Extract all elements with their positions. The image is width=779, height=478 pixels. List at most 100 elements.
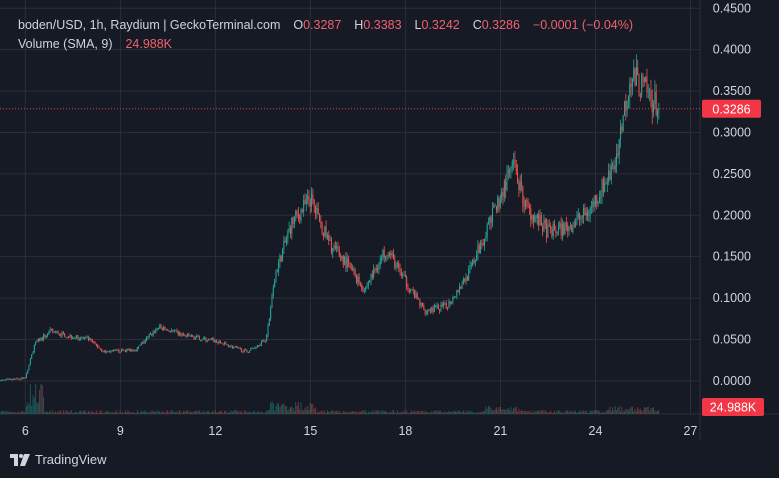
candle-body xyxy=(547,225,549,238)
volume-bar xyxy=(403,410,405,414)
volume-bar xyxy=(349,411,351,414)
volume-bar xyxy=(146,412,148,414)
volume-bar xyxy=(501,409,503,414)
candle-body xyxy=(575,221,577,226)
volume-bar xyxy=(546,411,548,414)
candle-body xyxy=(20,377,22,380)
volume-bar xyxy=(326,410,328,414)
tradingview-branding[interactable]: TradingView xyxy=(10,452,107,467)
candle-body xyxy=(179,332,181,335)
volume-bar xyxy=(325,412,327,414)
candle-body xyxy=(444,303,446,305)
volume-bar xyxy=(40,384,42,414)
volume-bar xyxy=(374,411,376,414)
volume-bar xyxy=(113,412,115,414)
candle-body xyxy=(328,234,330,241)
candle-body xyxy=(382,250,384,257)
volume-bar xyxy=(429,412,431,414)
volume-bar xyxy=(206,410,208,414)
candle-body xyxy=(589,207,591,215)
volume-bar xyxy=(596,410,598,414)
candle-body xyxy=(4,379,6,381)
volume-bar xyxy=(250,411,252,414)
candle-body xyxy=(147,336,149,338)
volume-bar xyxy=(527,411,529,414)
candle-body xyxy=(408,289,410,292)
volume-bar xyxy=(153,411,155,414)
candle-body xyxy=(235,346,237,348)
volume-bar xyxy=(183,410,185,414)
volume-bar xyxy=(142,412,144,414)
volume-bar xyxy=(33,398,35,414)
volume-bar xyxy=(164,412,166,414)
volume-bar xyxy=(580,410,582,414)
volume-bar xyxy=(336,410,338,414)
candle-body xyxy=(210,339,212,340)
close-label: C xyxy=(472,18,482,32)
candle-body xyxy=(377,268,379,270)
candle-body xyxy=(74,337,76,339)
candle-body xyxy=(345,256,347,268)
candle-body xyxy=(436,304,438,307)
candle-body xyxy=(618,139,620,156)
candle-body xyxy=(188,333,190,336)
volume-bar xyxy=(445,412,447,414)
price-chart[interactable]: 0.328624.988K 0.00000.05000.10000.15000.… xyxy=(0,0,779,478)
candle-body xyxy=(556,232,558,234)
volume-bar xyxy=(502,409,504,414)
candle-body xyxy=(485,236,487,239)
volume-bar xyxy=(559,410,561,414)
candle-body xyxy=(115,349,117,351)
candle-body xyxy=(447,308,449,309)
candle-body xyxy=(163,326,165,330)
volume-bar xyxy=(431,411,433,414)
volume-bar xyxy=(332,410,334,414)
candle-body xyxy=(280,255,282,262)
volume-bar xyxy=(522,410,524,414)
volume-bar xyxy=(218,411,220,414)
volume-bar xyxy=(16,412,18,414)
volume-bar xyxy=(468,410,470,414)
volume-bar xyxy=(95,410,97,414)
volume-bar xyxy=(460,412,462,414)
volume-bar xyxy=(99,410,101,414)
candle-body xyxy=(464,279,466,282)
volume-bar xyxy=(3,410,5,414)
candle-body xyxy=(587,211,589,216)
volume-bar xyxy=(322,412,324,414)
candle-body xyxy=(399,267,401,273)
volume-bar xyxy=(352,411,354,414)
candle-body xyxy=(102,350,104,352)
volume-bar xyxy=(524,411,526,414)
volume-bar xyxy=(552,412,554,414)
candle-body xyxy=(186,333,188,337)
candle-body xyxy=(597,201,599,204)
candle-body xyxy=(378,264,380,270)
volume-bar xyxy=(378,410,380,414)
candle-body xyxy=(420,302,422,306)
volume-bar xyxy=(581,411,583,414)
volume-bar xyxy=(449,411,451,414)
candle-body xyxy=(304,200,306,204)
candle-body xyxy=(527,201,529,207)
volume-bar xyxy=(650,408,652,414)
candle-body xyxy=(560,223,562,236)
candle-body xyxy=(0,380,2,381)
candle-body xyxy=(103,350,105,352)
volume-bar xyxy=(620,411,622,414)
volume-bar xyxy=(80,410,82,414)
volume-bar xyxy=(61,412,63,414)
candle-body xyxy=(590,207,592,209)
candle-body xyxy=(286,238,288,243)
volume-bar xyxy=(176,411,178,414)
close-value: 0.3286 xyxy=(481,18,520,32)
candle-body xyxy=(299,215,301,221)
volume-bar xyxy=(489,406,491,414)
volume-bar xyxy=(53,412,55,414)
candle-body xyxy=(460,286,462,289)
candle-body xyxy=(379,258,381,265)
candle-body xyxy=(135,350,137,352)
candle-body xyxy=(565,223,567,226)
candle-body xyxy=(544,219,546,224)
candle-body xyxy=(291,217,293,234)
